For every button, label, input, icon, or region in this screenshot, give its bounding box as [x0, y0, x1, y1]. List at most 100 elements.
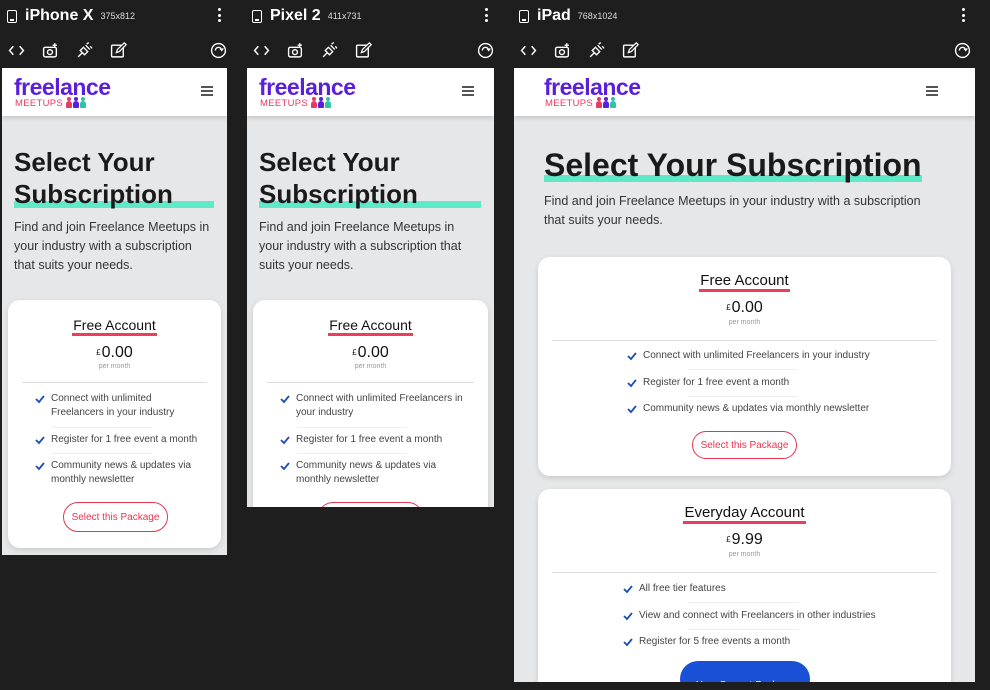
- feature-item: Register for 1 free event a month: [35, 433, 210, 447]
- plug-icon[interactable]: [320, 41, 338, 59]
- plan-card-everyday: Everyday Account £9.99 per month All fre…: [538, 489, 951, 682]
- current-package-button[interactable]: Your Current Package: [680, 661, 810, 682]
- plan-title: Free Account: [8, 317, 221, 336]
- plan-title: Free Account: [538, 272, 951, 292]
- plan-period: per month: [98, 363, 131, 370]
- code-icon[interactable]: [519, 41, 537, 59]
- site-header: freelance MEETUPS: [247, 68, 494, 116]
- screenshot-icon[interactable]: [41, 41, 59, 59]
- check-icon: [280, 462, 290, 471]
- check-icon: [623, 585, 633, 594]
- feature-item: Connect with unlimited Freelancers in yo…: [280, 392, 470, 420]
- feature-item: Connect with unlimited Freelancers in yo…: [35, 392, 200, 420]
- feature-item: View and connect with Freelancers in oth…: [623, 609, 933, 623]
- people-icon: [311, 96, 332, 108]
- check-icon: [627, 379, 637, 388]
- plan-title: Everyday Account: [538, 504, 951, 524]
- feature-item: Register for 5 free events a month: [623, 635, 923, 649]
- edit-icon[interactable]: [621, 41, 639, 59]
- select-package-button[interactable]: Select this Package: [692, 431, 797, 459]
- screenshot-icon[interactable]: [286, 41, 304, 59]
- logo-text: freelance: [14, 74, 111, 100]
- device-toolbar: [7, 38, 227, 62]
- rotate-icon[interactable]: [953, 41, 971, 59]
- page-title: Select Your Subscription: [14, 146, 214, 210]
- plan-card-free: Free Account £0.00 per month Connect wit…: [8, 300, 221, 548]
- divider: [688, 602, 798, 603]
- plan-card-free: Free Account £0.00 per month Connect wit…: [538, 257, 951, 476]
- device-dimensions: 768x1024: [577, 11, 618, 21]
- divider: [552, 340, 937, 341]
- people-icon: [596, 96, 617, 108]
- check-icon: [35, 395, 45, 404]
- plan-price: £0.00: [352, 344, 389, 361]
- divider: [297, 427, 407, 428]
- plug-icon[interactable]: [75, 41, 93, 59]
- freelance-meetups-logo[interactable]: freelance MEETUPS: [544, 75, 641, 109]
- edit-icon[interactable]: [109, 41, 127, 59]
- divider: [267, 382, 474, 383]
- plan-title: Free Account: [253, 317, 488, 336]
- site-header: freelance MEETUPS: [2, 68, 227, 116]
- feature-item: Community news & updates via monthly new…: [280, 459, 445, 487]
- plan-price: £9.99: [726, 531, 763, 548]
- device-dimensions: 411x731: [327, 11, 362, 21]
- divider: [52, 453, 152, 454]
- select-package-button[interactable]: Select this Package: [63, 502, 168, 532]
- viewport-pixel-2: freelance MEETUPS Select Your Subscriptio…: [247, 68, 494, 507]
- divider: [688, 369, 798, 370]
- rotate-icon[interactable]: [209, 41, 227, 59]
- hamburger-menu-icon[interactable]: [926, 86, 938, 96]
- logo-subtext: MEETUPS: [545, 96, 641, 109]
- logo-text: freelance: [544, 74, 641, 100]
- plug-icon[interactable]: [587, 41, 605, 59]
- device-toolbar: [519, 38, 971, 62]
- device-name: iPad: [537, 7, 571, 24]
- hamburger-menu-icon[interactable]: [201, 86, 213, 96]
- divider: [688, 396, 798, 397]
- rotate-icon[interactable]: [476, 41, 494, 59]
- viewport-ipad: freelance MEETUPS Select Your Subscripti…: [514, 68, 975, 682]
- check-icon: [35, 436, 45, 445]
- plan-period: per month: [728, 319, 761, 326]
- edit-icon[interactable]: [354, 41, 372, 59]
- hamburger-menu-icon[interactable]: [462, 86, 474, 96]
- device-name: iPhone X: [25, 7, 94, 24]
- device-header: iPhone X 375x812: [7, 0, 227, 32]
- freelance-meetups-logo[interactable]: freelance MEETUPS: [259, 75, 356, 109]
- page-title: Select Your Subscription: [259, 146, 481, 210]
- check-icon: [35, 462, 45, 471]
- viewport-iphone-x: freelance MEETUPS Select Your Subscriptio…: [2, 68, 227, 555]
- more-options-icon[interactable]: [478, 6, 494, 24]
- select-package-button[interactable]: Select this Package: [318, 502, 423, 507]
- check-icon: [280, 395, 290, 404]
- screenshot-icon[interactable]: [553, 41, 571, 59]
- divider: [552, 572, 937, 573]
- device-header: iPad 768x1024: [519, 0, 971, 32]
- plan-card-free: Free Account £0.00 per month Connect wit…: [253, 300, 488, 507]
- check-icon: [623, 612, 633, 621]
- freelance-meetups-logo[interactable]: freelance MEETUPS: [14, 75, 111, 109]
- code-icon[interactable]: [252, 41, 270, 59]
- plan-period: per month: [728, 551, 761, 558]
- feature-item: Community news & updates via monthly new…: [627, 402, 927, 416]
- feature-item: Register for 1 free event a month: [280, 433, 470, 447]
- plan-price: £0.00: [726, 299, 763, 316]
- device-dimensions: 375x812: [100, 11, 135, 21]
- phone-icon: [7, 9, 17, 23]
- phone-icon: [252, 9, 262, 23]
- device-header: Pixel 2 411x731: [252, 0, 494, 32]
- check-icon: [280, 436, 290, 445]
- more-options-icon[interactable]: [211, 6, 227, 24]
- page-description: Find and join Freelance Meetups in your …: [544, 194, 921, 227]
- divider: [688, 629, 798, 630]
- people-icon: [66, 96, 87, 108]
- divider: [22, 382, 207, 383]
- page-description: Find and join Freelance Meetups in your …: [14, 220, 210, 272]
- divider: [297, 453, 407, 454]
- more-options-icon[interactable]: [955, 6, 971, 24]
- code-icon[interactable]: [7, 41, 25, 59]
- page-title: Select Your Subscription: [544, 147, 922, 183]
- feature-item: All free tier features: [623, 582, 923, 596]
- device-name: Pixel 2: [270, 7, 321, 24]
